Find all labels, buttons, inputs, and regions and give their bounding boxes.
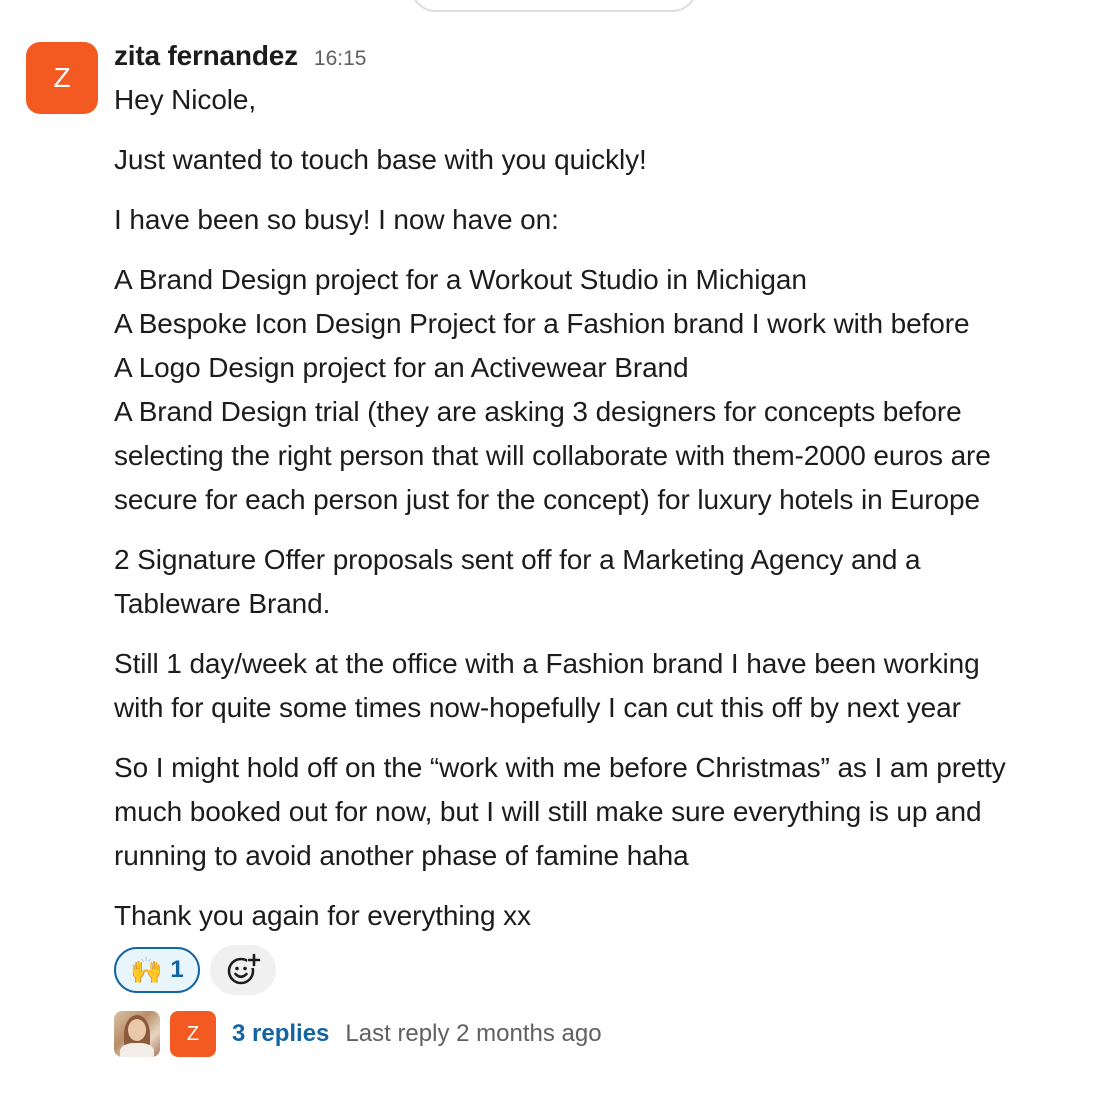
reply-user-avatar bbox=[114, 1011, 160, 1057]
message-line: A Logo Design project for an Activewear … bbox=[114, 352, 689, 383]
message-line: 2 Signature Offer proposals sent off for… bbox=[114, 544, 921, 575]
message-line: A Bespoke Icon Design Project for a Fash… bbox=[114, 308, 970, 339]
reply-user-avatar-letter: Z bbox=[170, 1011, 216, 1057]
new-messages-pill[interactable] bbox=[410, 0, 698, 12]
message-paragraph: Hey Nicole, bbox=[114, 78, 1084, 122]
message-line: much booked out for now, but I will stil… bbox=[114, 796, 982, 827]
sender-avatar[interactable]: Z bbox=[26, 42, 98, 114]
add-emoji-icon bbox=[227, 953, 261, 985]
message-paragraph: Just wanted to touch base with you quick… bbox=[114, 138, 1084, 182]
message-line: Tableware Brand. bbox=[114, 588, 331, 619]
message-timestamp[interactable]: 16:15 bbox=[314, 47, 367, 71]
sender-avatar-letter: Z bbox=[53, 62, 71, 93]
message-line: So I might hold off on the “work with me… bbox=[114, 752, 1006, 783]
message-paragraph: I have been so busy! I now have on: bbox=[114, 198, 1084, 242]
message-paragraph: Still 1 day/week at the office with a Fa… bbox=[114, 642, 1084, 730]
message-header: zita fernandez 16:15 bbox=[114, 40, 1084, 78]
message-body: Hey Nicole, Just wanted to touch base wit… bbox=[114, 78, 1084, 938]
message-line: Just wanted to touch base with you quick… bbox=[114, 144, 647, 175]
reaction-raised-hands[interactable]: 🙌 1 bbox=[114, 947, 200, 993]
message-paragraph: A Brand Design project for a Workout Stu… bbox=[114, 258, 1084, 522]
message-line: A Brand Design project for a Workout Stu… bbox=[114, 264, 807, 295]
thread-summary[interactable]: Z 3 replies Last reply 2 months ago bbox=[114, 1010, 1084, 1058]
reply-avatar-letter: Z bbox=[186, 1022, 200, 1045]
add-reaction-button[interactable] bbox=[209, 945, 276, 995]
reactions-bar: 🙌 1 bbox=[114, 944, 1084, 996]
reaction-count: 1 bbox=[170, 956, 184, 983]
message-line: running to avoid another phase of famine… bbox=[114, 840, 689, 871]
sender-name[interactable]: zita fernandez bbox=[114, 40, 298, 72]
message-paragraph: Thank you again for everything xx bbox=[114, 894, 1084, 938]
raised-hands-icon: 🙌 bbox=[130, 954, 163, 985]
message-line: selecting the right person that will col… bbox=[114, 440, 991, 471]
message-line: Still 1 day/week at the office with a Fa… bbox=[114, 648, 980, 679]
message-line: Hey Nicole, bbox=[114, 84, 257, 115]
message-line: A Brand Design trial (they are asking 3 … bbox=[114, 396, 962, 427]
message-line: secure for each person just for the conc… bbox=[114, 484, 980, 515]
message-line: with for quite some times now-hopefully … bbox=[114, 692, 961, 723]
last-reply-text: Last reply 2 months ago bbox=[345, 1020, 602, 1047]
message-paragraph: So I might hold off on the “work with me… bbox=[114, 746, 1084, 878]
replies-link[interactable]: 3 replies bbox=[232, 1020, 329, 1048]
message-paragraph: 2 Signature Offer proposals sent off for… bbox=[114, 538, 1084, 626]
message-line: Thank you again for everything xx bbox=[114, 900, 531, 931]
message-content: zita fernandez 16:15 Hey Nicole, Just wan… bbox=[114, 40, 1084, 1058]
message-line: I have been so busy! I now have on: bbox=[114, 204, 559, 235]
